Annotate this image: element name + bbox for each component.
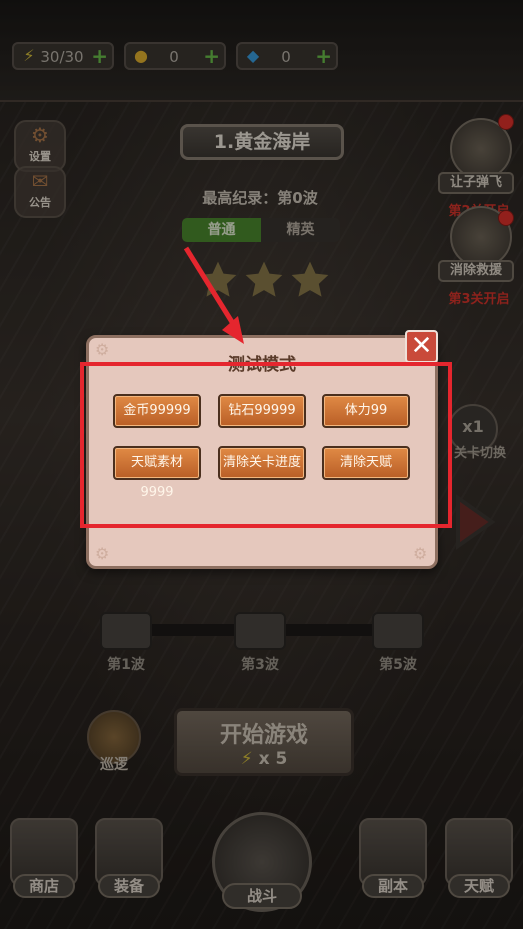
gear-icon: ⚙ [413,544,428,563]
close-button[interactable]: ✕ [405,330,438,363]
highlight-box [80,362,452,528]
gear-icon: ⚙ [95,544,110,563]
gear-icon: ⚙ [95,340,110,359]
